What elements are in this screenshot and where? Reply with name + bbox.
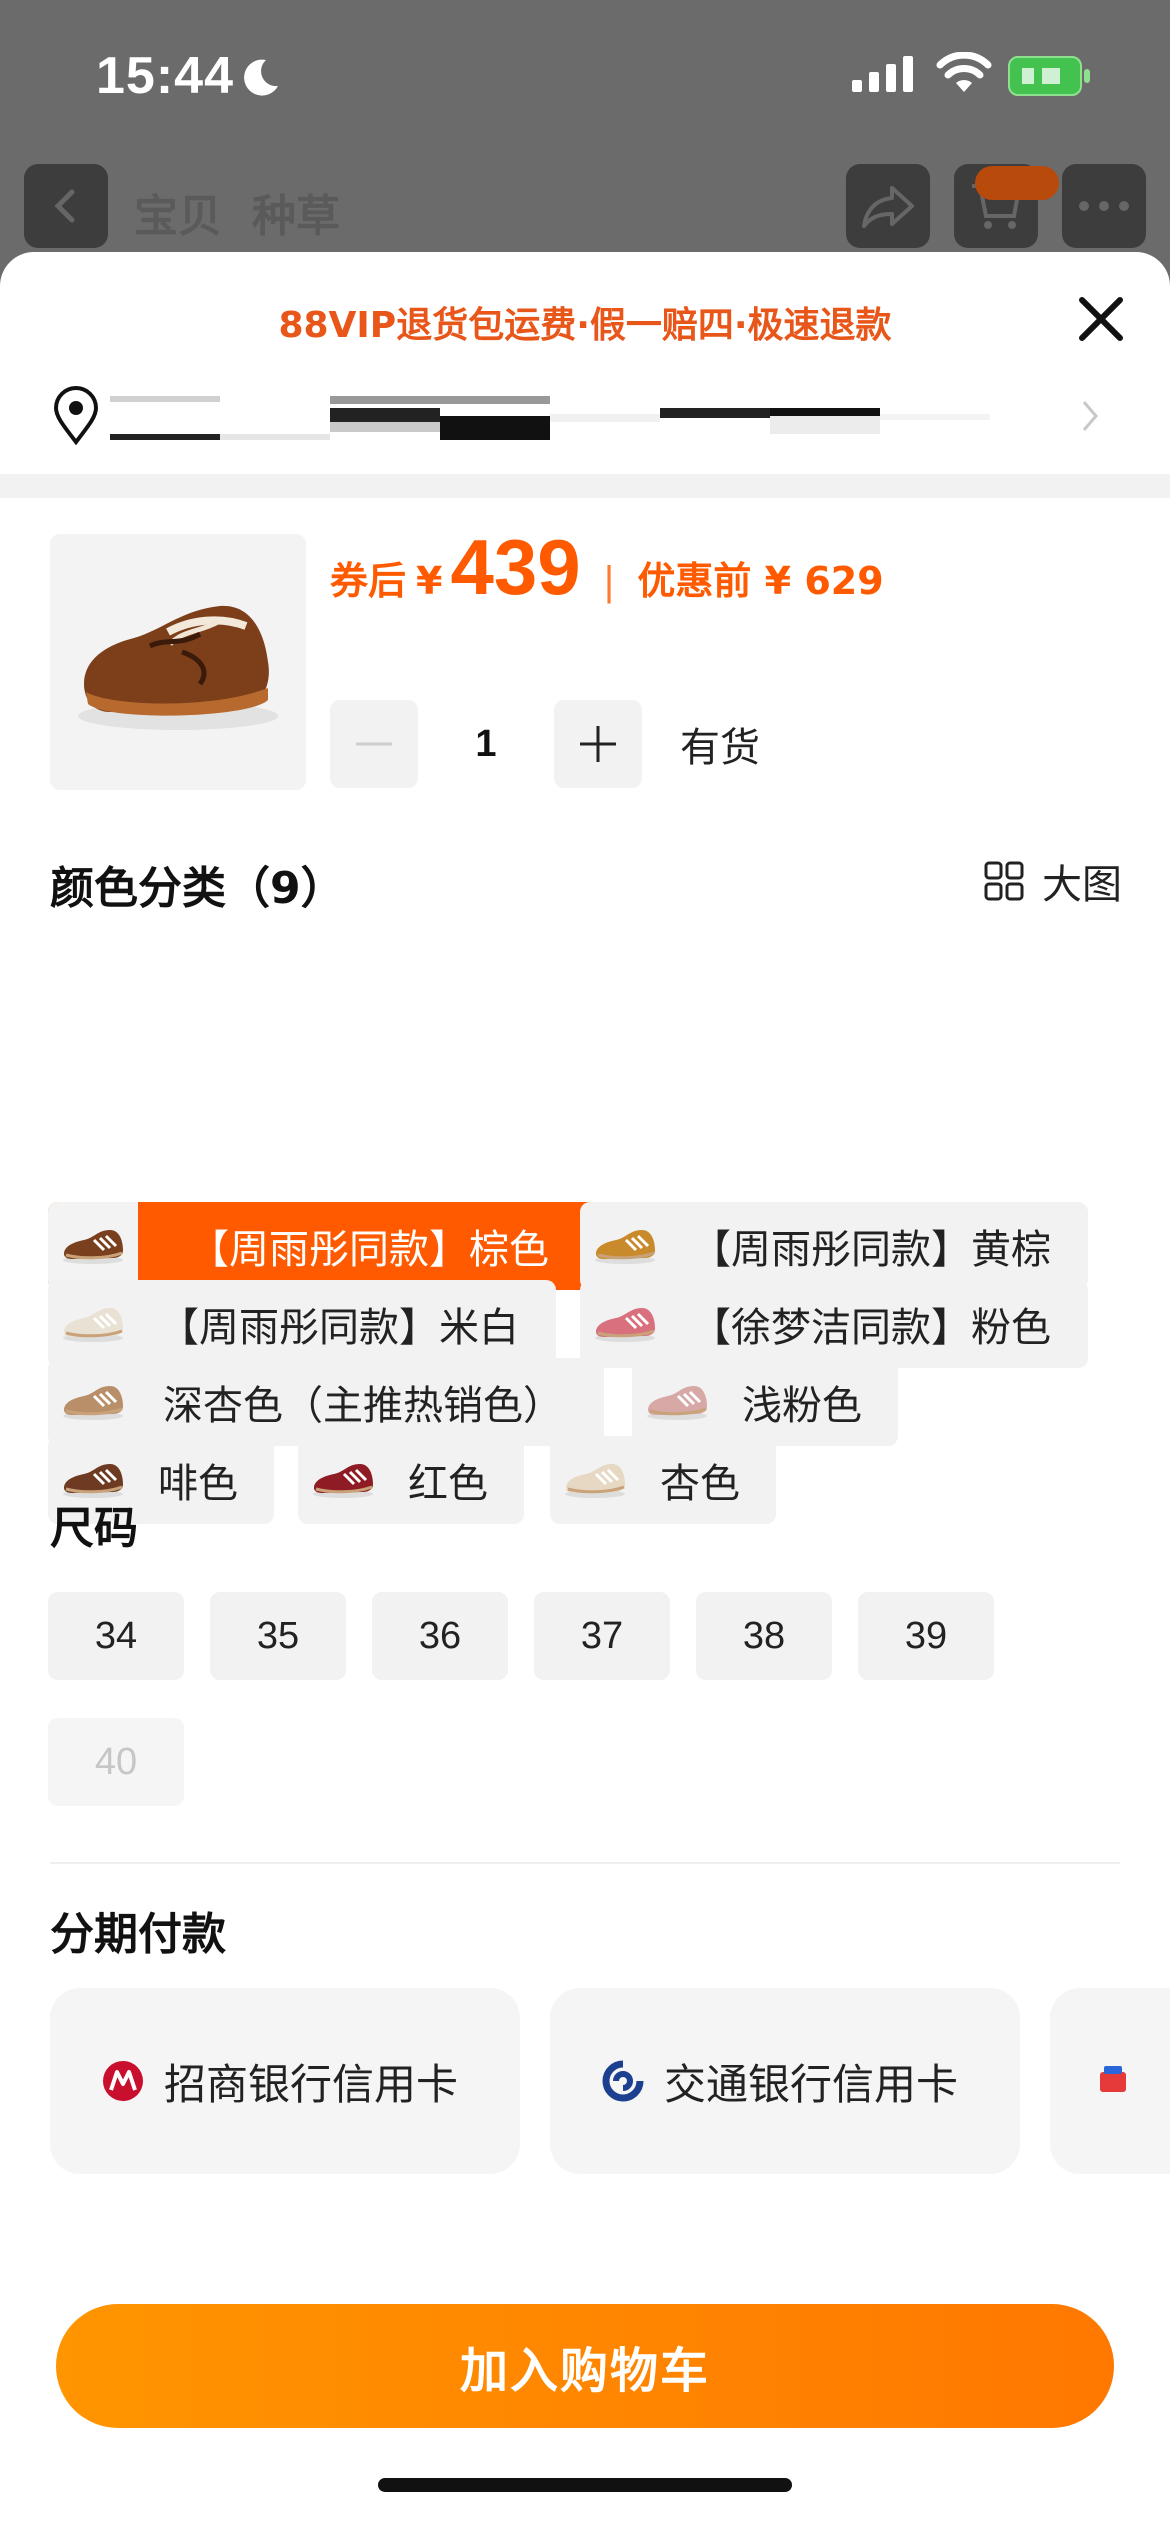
installment-section-title: 分期付款 [50, 1909, 226, 1960]
product-thumbnail[interactable] [50, 534, 306, 790]
price-currency: ¥ [416, 559, 443, 603]
status-bar: 15:44 [0, 0, 1170, 150]
grid-icon [984, 861, 1024, 901]
divider-line [50, 1862, 1120, 1864]
increase-quantity-button[interactable] [554, 700, 642, 788]
share-button[interactable] [846, 164, 930, 248]
address-redacted [110, 396, 990, 440]
location-pin-icon [53, 386, 99, 446]
cart-badge [975, 166, 1059, 200]
quantity-stepper: 1 有货 [330, 700, 760, 788]
bank-label: 交通银行信用卡 [664, 2059, 959, 2109]
color-option-label: 深杏色（主推热销色） [163, 1383, 563, 1429]
color-option-label: 啡色 [158, 1461, 238, 1507]
shoe-image [78, 605, 278, 730]
installment-option-cmb[interactable]: 招商银行信用卡 [50, 1988, 520, 2174]
big-picture-label: 大图 [1042, 862, 1122, 908]
color-option[interactable]: 深杏色（主推热销色） [48, 1358, 604, 1446]
color-option-label: 杏色 [660, 1461, 740, 1507]
shoe-swatch-icon [48, 1280, 138, 1368]
shoe-swatch-icon [48, 1358, 138, 1446]
cmb-bank-icon [102, 2060, 144, 2102]
more-icon [1079, 201, 1129, 211]
sku-selector-sheet: 88VIP退货包运费·假一赔四·极速退款 券后 ¥ 439 | 优惠前 ¥ 62… [0, 252, 1170, 2532]
section-divider [0, 474, 1170, 498]
bocom-bank-icon [602, 2060, 644, 2102]
shoe-swatch-icon [632, 1358, 722, 1446]
bank-logo-icon [1100, 2066, 1126, 2096]
color-option[interactable]: 【周雨彤同款】黄棕 [580, 1202, 1088, 1290]
wifi-icon [936, 52, 992, 92]
shoe-swatch-icon [550, 1436, 640, 1524]
shoe-swatch-icon [48, 1202, 138, 1290]
color-option[interactable]: 【周雨彤同款】米白 [48, 1280, 556, 1368]
product-nav-bar: 宝贝 种草 [0, 160, 1170, 252]
home-indicator [378, 2478, 792, 2492]
moon-icon [244, 59, 278, 96]
color-option[interactable]: 红色 [298, 1436, 524, 1524]
size-option[interactable]: 37 [534, 1592, 670, 1680]
size-option[interactable]: 35 [210, 1592, 346, 1680]
color-option[interactable]: 浅粉色 [632, 1358, 898, 1446]
decrease-quantity-button[interactable] [330, 700, 418, 788]
size-option[interactable]: 36 [372, 1592, 508, 1680]
minus-icon [356, 742, 392, 746]
tab-product[interactable]: 宝贝 [134, 180, 222, 244]
chevron-right-icon [1082, 401, 1098, 431]
color-option-label: 【周雨彤同款】米白 [159, 1305, 519, 1351]
color-option[interactable]: 【徐梦洁同款】粉色 [580, 1280, 1088, 1368]
color-option-label: 红色 [408, 1461, 488, 1507]
status-time: 15:44 [96, 47, 234, 105]
price-before-discount: 优惠前 ¥ 629 [637, 559, 884, 603]
battery-icon [1008, 56, 1090, 96]
address-row[interactable] [48, 382, 1118, 452]
size-option[interactable]: 38 [696, 1592, 832, 1680]
quantity-value[interactable]: 1 [418, 723, 554, 766]
price-row: 券后 ¥ 439 | 优惠前 ¥ 629 [330, 522, 884, 612]
price-value: 439 [450, 523, 581, 611]
installment-option-bocom[interactable]: 交通银行信用卡 [550, 1988, 1020, 2174]
stock-status: 有货 [680, 725, 760, 771]
back-button[interactable] [24, 164, 108, 248]
plus-icon [580, 726, 616, 762]
tab-recommend[interactable]: 种草 [252, 180, 340, 244]
size-option[interactable]: 34 [48, 1592, 184, 1680]
shoe-swatch-icon [580, 1280, 670, 1368]
color-option[interactable]: 【周雨彤同款】棕色 [48, 1202, 616, 1290]
chevron-left-icon [54, 189, 75, 223]
color-section-title: 颜色分类（9） [50, 863, 345, 914]
big-picture-toggle[interactable]: 大图 [984, 852, 1122, 910]
color-option-label: 【徐梦洁同款】粉色 [691, 1305, 1051, 1351]
shoe-swatch-icon [298, 1436, 388, 1524]
promo-banner: 88VIP退货包运费·假一赔四·极速退款 [278, 305, 892, 346]
color-option-label: 【周雨彤同款】棕色 [189, 1227, 549, 1273]
shoe-swatch-icon [580, 1202, 670, 1290]
share-icon [862, 186, 914, 228]
close-icon [1079, 297, 1123, 341]
price-after-coupon-label: 券后 [330, 559, 407, 603]
color-option-label: 【周雨彤同款】黄棕 [691, 1227, 1051, 1273]
close-button[interactable] [1070, 288, 1132, 350]
color-option-label: 浅粉色 [742, 1383, 862, 1429]
color-option[interactable]: 杏色 [550, 1436, 776, 1524]
add-to-cart-button[interactable]: 加入购物车 [56, 2304, 1114, 2428]
size-option: 40 [48, 1718, 184, 1806]
size-section-title: 尺码 [50, 1503, 138, 1554]
installment-option-more[interactable] [1050, 1988, 1170, 2174]
bank-label: 招商银行信用卡 [164, 2059, 459, 2109]
cellular-signal-icon [852, 56, 913, 92]
more-button[interactable] [1062, 164, 1146, 248]
size-option[interactable]: 39 [858, 1592, 994, 1680]
price-separator: | [602, 559, 616, 603]
